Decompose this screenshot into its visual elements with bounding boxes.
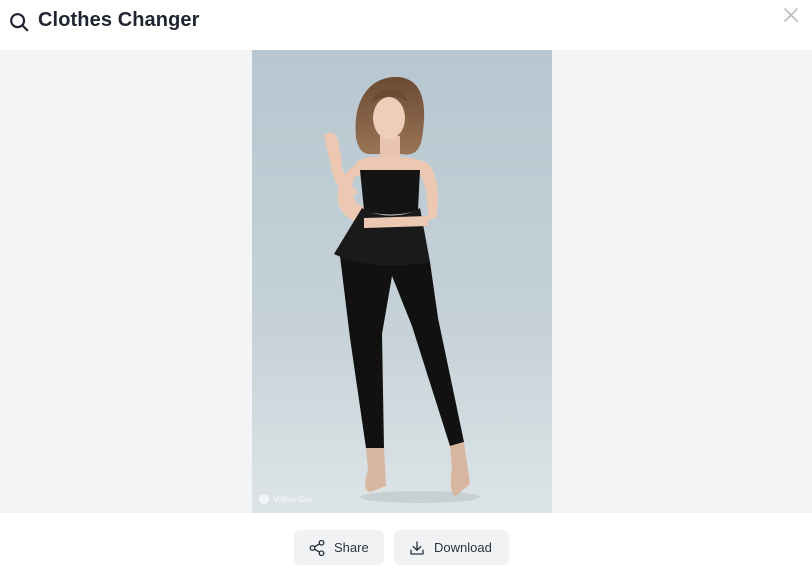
download-label: Download bbox=[434, 540, 492, 555]
share-button[interactable]: Share bbox=[294, 530, 384, 565]
photo-illustration: Vidhat Gan bbox=[252, 50, 552, 513]
watermark-text: Vidhat Gan bbox=[273, 495, 313, 504]
page-title: Clothes Changer bbox=[38, 9, 200, 31]
close-icon[interactable] bbox=[782, 6, 800, 24]
modal-header: Clothes Changer bbox=[0, 0, 812, 50]
download-button[interactable]: Download bbox=[394, 530, 509, 565]
share-icon bbox=[309, 539, 325, 556]
action-bar: Share Download bbox=[0, 513, 812, 574]
share-label: Share bbox=[334, 540, 369, 555]
download-icon bbox=[410, 540, 424, 555]
result-photo: Vidhat Gan bbox=[252, 50, 552, 513]
image-preview-area: Vidhat Gan bbox=[0, 50, 812, 513]
search-icon bbox=[10, 13, 29, 32]
